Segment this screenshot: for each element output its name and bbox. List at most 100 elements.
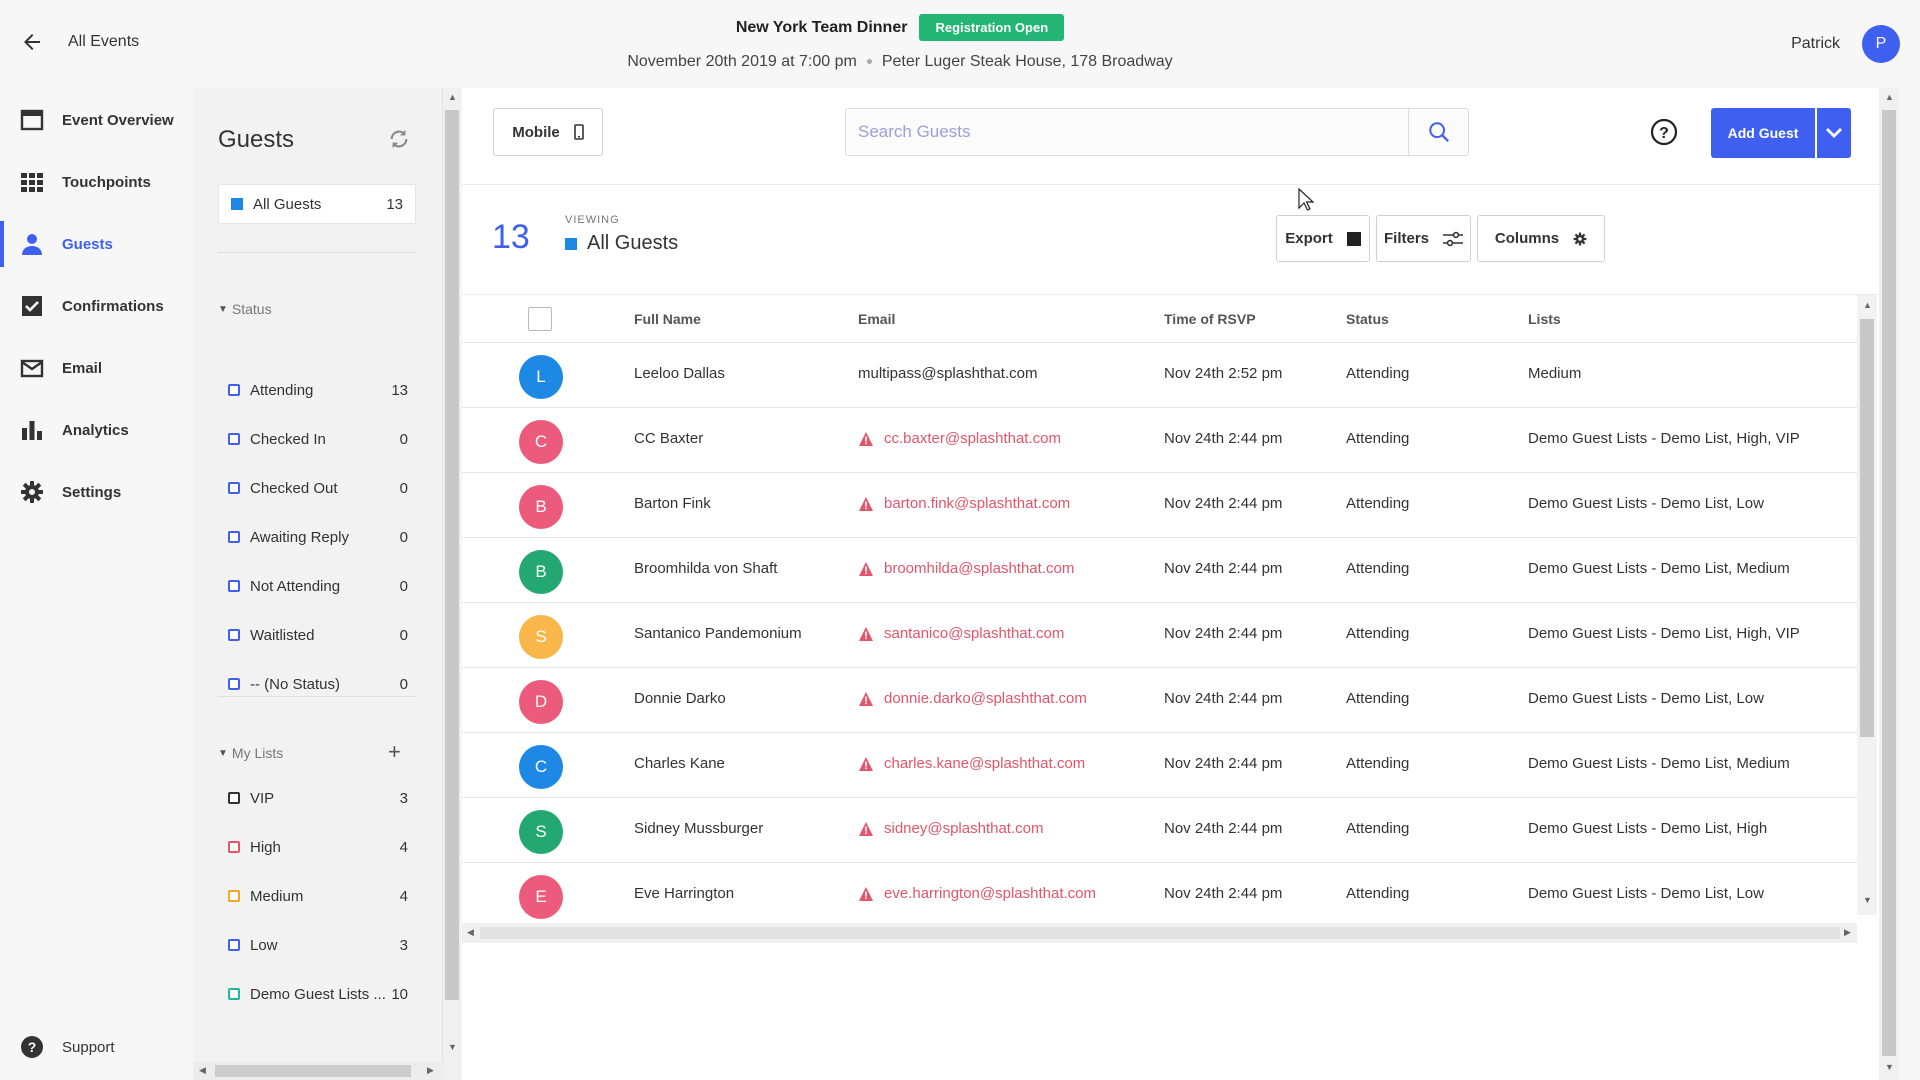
nav-settings[interactable]: Settings [0,465,192,519]
my-list-item[interactable]: High 4 [228,835,408,859]
table-row[interactable]: B Broomhilda von Shaft broomhilda@splashth… [462,538,1857,603]
scroll-up-arrow-icon[interactable]: ▲ [1863,300,1872,310]
guest-full-name[interactable]: Sidney Mussburger [634,820,763,837]
status-filter-item[interactable]: Checked Out 0 [228,476,408,500]
scroll-down-arrow-icon[interactable]: ▼ [448,1042,457,1052]
list-checkbox[interactable] [228,890,240,902]
table-row[interactable]: C CC Baxter cc.baxter@splashthat.com Nov 24… [462,408,1857,473]
scrollbar-thumb[interactable] [215,1065,411,1077]
guest-avatar[interactable]: B [519,485,563,529]
guest-email-cell[interactable]: multipass@splashthat.com [858,365,1037,382]
guest-avatar[interactable]: S [519,810,563,854]
search-input[interactable] [846,109,1408,155]
list-checkbox[interactable] [228,792,240,804]
my-list-item[interactable]: VIP 3 [228,786,408,810]
column-header-time-of-rsvp[interactable]: Time of RSVP [1164,311,1256,327]
search-button[interactable] [1408,109,1468,155]
guest-full-name[interactable]: Eve Harrington [634,885,734,902]
list-checkbox[interactable] [228,988,240,1000]
guest-avatar[interactable]: E [519,875,563,919]
status-filter-item[interactable]: -- (No Status) 0 [228,672,408,696]
status-checkbox[interactable] [228,384,240,396]
guest-email-cell[interactable]: charles.kane@splashthat.com [858,755,1085,772]
table-row[interactable]: S Sidney Mussburger sidney@splashthat.com N… [462,798,1857,863]
status-filter-item[interactable]: Attending 13 [228,378,408,402]
export-button[interactable]: Export [1276,215,1370,262]
guest-avatar[interactable]: S [519,615,563,659]
guests-sidebar-horizontal-scrollbar[interactable]: ◀ ▶ [193,1062,443,1080]
guest-full-name[interactable]: Broomhilda von Shaft [634,560,777,577]
my-list-item[interactable]: Medium 4 [228,884,408,908]
nav-event-overview[interactable]: Event Overview [0,93,192,147]
scrollbar-thumb[interactable] [445,110,459,1000]
guest-email-cell[interactable]: santanico@splashthat.com [858,625,1064,642]
status-checkbox[interactable] [228,433,240,445]
table-row[interactable]: C Charles Kane charles.kane@splashthat.com… [462,733,1857,798]
guest-email-cell[interactable]: donnie.darko@splashthat.com [858,690,1087,707]
main-vertical-scrollbar[interactable]: ▲ ▼ [1879,88,1899,1080]
user-avatar[interactable]: P [1862,25,1900,63]
nav-guests[interactable]: Guests [0,217,192,271]
status-checkbox[interactable] [228,629,240,641]
columns-button[interactable]: Columns [1477,215,1605,262]
status-section-toggle[interactable]: ▼ Status [218,301,272,317]
table-row[interactable]: S Santanico Pandemonium santanico@splashth… [462,603,1857,668]
column-header-email[interactable]: Email [858,311,895,327]
refresh-icon[interactable] [388,128,410,150]
scroll-right-arrow-icon[interactable]: ▶ [1844,927,1851,938]
table-row[interactable]: B Barton Fink barton.fink@splashthat.com No… [462,473,1857,538]
guest-avatar[interactable]: B [519,550,563,594]
scroll-right-arrow-icon[interactable]: ▶ [427,1065,434,1076]
filters-button[interactable]: Filters [1376,215,1471,262]
my-list-item[interactable]: Low 3 [228,933,408,957]
guest-full-name[interactable]: CC Baxter [634,430,703,447]
guest-full-name[interactable]: Barton Fink [634,495,711,512]
status-filter-item[interactable]: Awaiting Reply 0 [228,525,408,549]
scrollbar-thumb[interactable] [1860,319,1874,737]
scroll-left-arrow-icon[interactable]: ◀ [199,1065,206,1076]
nav-touchpoints[interactable]: Touchpoints [0,155,192,209]
guest-avatar[interactable]: C [519,745,563,789]
list-checkbox[interactable] [228,841,240,853]
guest-email-cell[interactable]: eve.harrington@splashthat.com [858,885,1096,902]
guest-avatar[interactable]: L [519,355,563,399]
scrollbar-thumb[interactable] [1882,110,1896,1056]
guest-email-cell[interactable]: sidney@splashthat.com [858,820,1043,837]
help-icon[interactable]: ? [1650,118,1678,146]
guest-avatar[interactable]: D [519,680,563,724]
add-list-plus-icon[interactable]: + [388,741,401,763]
table-vertical-scrollbar[interactable]: ▲ ▼ [1857,295,1877,915]
scrollbar-thumb[interactable] [480,927,1840,939]
status-checkbox[interactable] [228,482,240,494]
status-filter-item[interactable]: Checked In 0 [228,427,408,451]
guest-avatar[interactable]: C [519,420,563,464]
guest-full-name[interactable]: Leeloo Dallas [634,365,725,382]
nav-support[interactable]: ? Support [0,1020,192,1074]
status-checkbox[interactable] [228,678,240,690]
add-guest-dropdown-button[interactable] [1817,108,1851,158]
column-header-status[interactable]: Status [1346,311,1389,327]
guest-email-cell[interactable]: cc.baxter@splashthat.com [858,430,1061,447]
user-menu[interactable]: Patrick P [1791,25,1900,63]
status-filter-item[interactable]: Not Attending 0 [228,574,408,598]
status-filter-item[interactable]: Waitlisted 0 [228,623,408,647]
scroll-down-arrow-icon[interactable]: ▼ [1885,1062,1894,1072]
guest-full-name[interactable]: Donnie Darko [634,690,726,707]
guest-full-name[interactable]: Santanico Pandemonium [634,625,802,642]
guest-email-cell[interactable]: barton.fink@splashthat.com [858,495,1070,512]
status-checkbox[interactable] [228,580,240,592]
table-row[interactable]: D Donnie Darko donnie.darko@splashthat.com… [462,668,1857,733]
select-all-checkbox[interactable] [528,307,552,331]
guest-email-cell[interactable]: broomhilda@splashthat.com [858,560,1074,577]
table-horizontal-scrollbar[interactable]: ◀ ▶ [462,923,1857,943]
table-row[interactable]: E Eve Harrington eve.harrington@splashthat… [462,863,1857,923]
column-header-full-name[interactable]: Full Name [634,311,701,327]
add-guest-button[interactable]: Add Guest [1711,108,1815,158]
column-header-lists[interactable]: Lists [1528,311,1561,327]
guest-full-name[interactable]: Charles Kane [634,755,725,772]
guests-sidebar-vertical-scrollbar[interactable]: ▲ ▼ [443,88,461,1080]
table-row[interactable]: L Leeloo Dallas multipass@splashthat.com No… [462,343,1857,408]
scroll-up-arrow-icon[interactable]: ▲ [448,92,457,102]
mobile-button[interactable]: Mobile [493,108,603,156]
list-checkbox[interactable] [228,939,240,951]
